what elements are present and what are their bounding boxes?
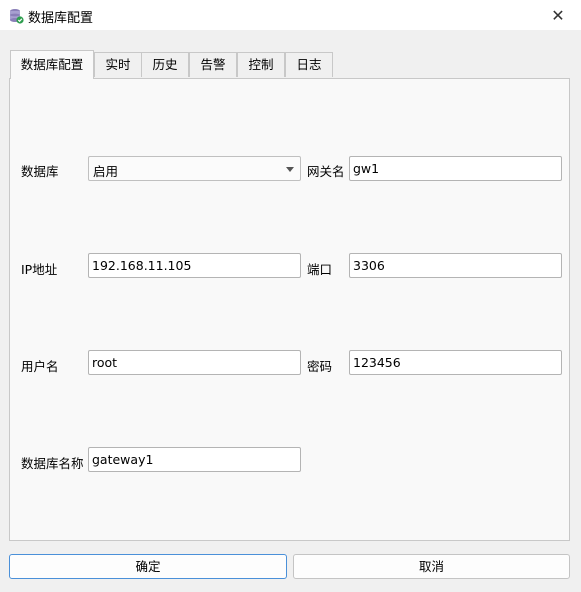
username-input[interactable]	[88, 350, 301, 375]
password-input[interactable]	[349, 350, 562, 375]
database-check-icon	[8, 8, 24, 24]
database-label: 数据库	[21, 164, 59, 179]
tab-database-config[interactable]: 数据库配置	[10, 50, 94, 79]
tab-log[interactable]: 日志	[285, 52, 333, 77]
password-label: 密码	[307, 359, 333, 374]
port-label: 端口	[307, 262, 333, 277]
tab-alarm[interactable]: 告警	[189, 52, 237, 77]
database-enable-value: 启用	[93, 164, 119, 179]
ip-address-label: IP地址	[21, 262, 58, 277]
database-name-label: 数据库名称	[21, 456, 84, 471]
username-label: 用户名	[21, 359, 59, 374]
cancel-button[interactable]: 取消	[293, 554, 570, 579]
title-bar: 数据库配置 ✕	[0, 0, 581, 30]
gateway-name-label: 网关名	[307, 164, 345, 179]
close-icon: ✕	[551, 5, 565, 25]
tab-history[interactable]: 历史	[141, 52, 189, 77]
gateway-name-input[interactable]	[349, 156, 562, 181]
tab-panel-database-config: 数据库 启用 网关名 IP地址 端口 用户名 密码 数据库名称	[9, 78, 570, 541]
chevron-down-icon	[286, 167, 294, 172]
ok-button[interactable]: 确定	[9, 554, 287, 579]
window-title: 数据库配置	[28, 11, 94, 26]
tab-control[interactable]: 控制	[237, 52, 285, 77]
ip-address-input[interactable]	[88, 253, 301, 278]
database-enable-select[interactable]: 启用	[88, 156, 301, 181]
database-name-input[interactable]	[88, 447, 301, 472]
tab-realtime[interactable]: 实时	[94, 52, 142, 77]
port-input[interactable]	[349, 253, 562, 278]
close-button[interactable]: ✕	[535, 0, 581, 30]
